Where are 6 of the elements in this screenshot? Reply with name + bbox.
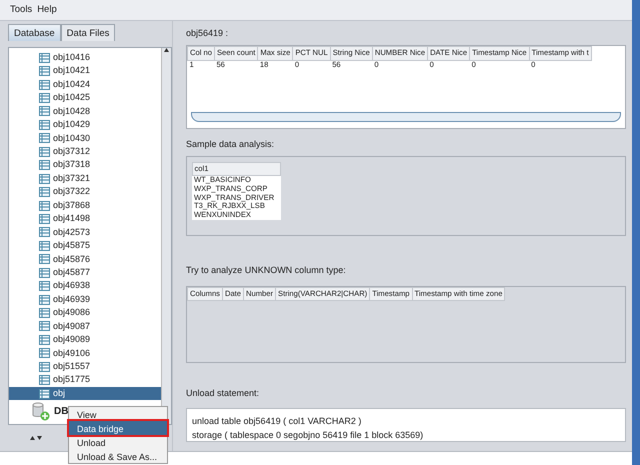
statement-line: unload table obj56419 ( col1 VARCHAR2 ) (192, 415, 362, 428)
section-label: Unload statement: (186, 386, 260, 400)
object-title: obj56419 : (186, 27, 230, 40)
section-label: Try to analyze UNKNOWN column type: (186, 264, 347, 277)
section-label: Sample data analysis: (186, 138, 276, 151)
statement-line: storage ( tablespace 0 segobjno 56419 file 1 block 63569) (192, 428, 424, 442)
